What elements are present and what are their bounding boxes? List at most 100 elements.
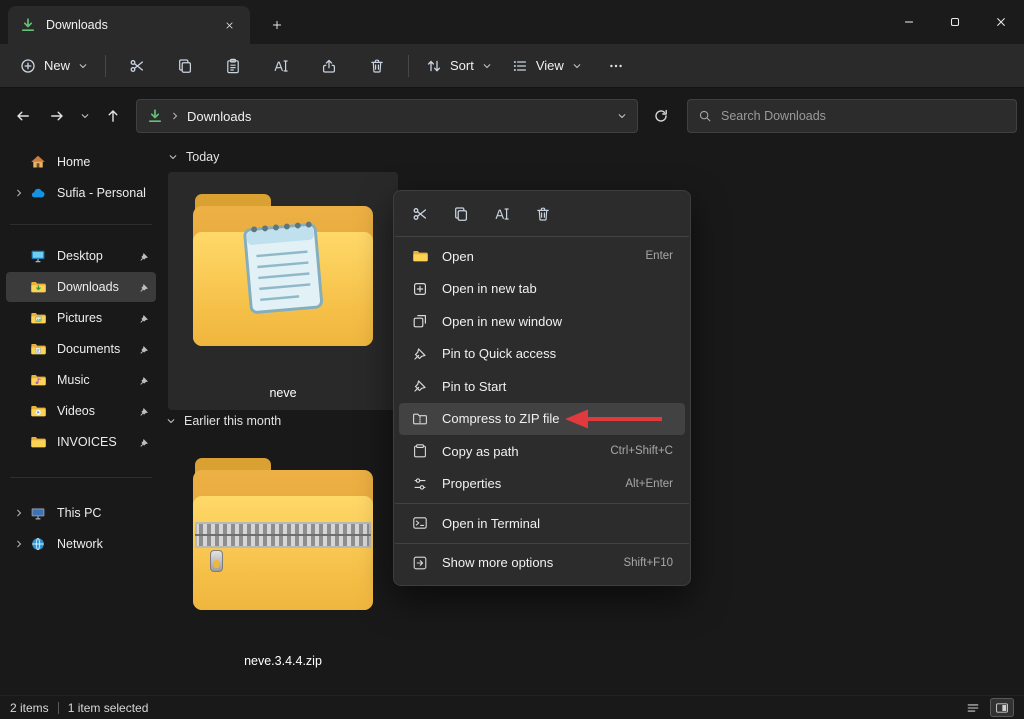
arrow-right-icon [49,108,65,124]
file-name: neve [168,386,398,400]
menu-item-label: Copy as path [442,444,597,459]
menu-item-open-new-window[interactable]: Open in new window [399,305,685,338]
sidebar-item-onedrive[interactable]: Sufia - Personal [6,178,156,208]
chevron-down-icon [80,111,90,121]
network-icon [28,535,48,553]
window-controls [886,0,1024,44]
view-button-label: View [536,58,564,73]
menu-item-properties[interactable]: Properties Alt+Enter [399,468,685,501]
group-header-earlier[interactable]: Earlier this month [166,414,281,428]
sidebar: Home Sufia - Personal Desktop Downloads … [0,140,162,695]
show-more-icon [411,554,429,572]
chevron-down-icon [482,61,492,71]
sidebar-item-label: Sufia - Personal [57,186,152,200]
details-view-button[interactable] [961,698,985,717]
chevron-down-icon [78,61,88,71]
pin-icon [136,344,152,355]
file-item-zip[interactable]: neve.3.4.4.zip [168,436,398,678]
chevron-down-icon[interactable] [166,416,176,426]
menu-item-pin-quick-access[interactable]: Pin to Quick access [399,338,685,371]
copy-icon [453,206,469,222]
terminal-icon [411,514,429,532]
new-button[interactable]: New [10,49,98,83]
chevron-right-icon[interactable] [10,188,28,198]
delete-icon [535,206,551,222]
search-box[interactable] [687,99,1017,133]
tab-close-icon[interactable] [216,13,242,37]
address-dropdown-icon[interactable] [617,111,627,121]
close-button[interactable] [978,0,1024,44]
sidebar-item-pictures[interactable]: Pictures [6,303,156,333]
downloads-folder-icon [147,108,163,124]
delete-icon [369,58,385,74]
explorer-tab[interactable]: Downloads [8,6,250,44]
large-icons-view-button[interactable] [990,698,1014,717]
delete-button[interactable] [525,199,561,229]
menu-item-label: Show more options [442,555,610,570]
address-bar[interactable]: Downloads [136,99,638,133]
menu-divider [395,503,689,504]
menu-item-open[interactable]: Open Enter [399,240,685,273]
sidebar-item-documents[interactable]: Documents [6,334,156,364]
sidebar-item-downloads[interactable]: Downloads [6,272,156,302]
breadcrumb[interactable]: Downloads [187,109,251,124]
forward-button[interactable] [40,100,74,132]
file-item-neve[interactable]: neve [168,172,398,410]
menu-item-copy-as-path[interactable]: Copy as path Ctrl+Shift+C [399,435,685,468]
items-count: 2 items [10,701,49,715]
rename-button[interactable] [259,49,303,83]
ellipsis-icon [608,58,624,74]
back-button[interactable] [6,100,40,132]
cut-button[interactable] [115,49,159,83]
menu-item-open-in-terminal[interactable]: Open in Terminal [399,507,685,540]
chevron-down-icon [572,61,582,71]
status-divider [58,702,59,714]
chevron-right-icon[interactable] [10,539,28,549]
menu-item-label: Pin to Quick access [442,346,660,361]
chevron-down-icon[interactable] [168,152,178,162]
sidebar-item-invoices[interactable]: INVOICES [6,427,156,457]
refresh-button[interactable] [645,100,677,132]
menu-shortcut: Ctrl+Shift+C [610,445,673,457]
folder-icon [411,247,429,265]
videos-folder-icon [28,402,48,420]
sidebar-item-this-pc[interactable]: This PC [6,498,156,528]
group-header-today[interactable]: Today [168,150,219,164]
menu-item-open-new-tab[interactable]: Open in new tab [399,273,685,306]
new-tab-button[interactable] [262,11,292,38]
rename-button[interactable] [484,199,520,229]
sidebar-item-network[interactable]: Network [6,529,156,559]
zip-folder-icon-large [193,458,373,610]
menu-item-pin-to-start[interactable]: Pin to Start [399,370,685,403]
pictures-folder-icon [28,309,48,327]
chevron-right-icon[interactable] [10,508,28,518]
sidebar-item-label: Downloads [57,280,136,294]
history-dropdown-button[interactable] [74,100,96,132]
sort-button[interactable]: Sort [416,49,502,83]
up-button[interactable] [96,100,130,132]
cut-icon [129,58,145,74]
minimize-button[interactable] [886,0,932,44]
paste-icon [225,58,241,74]
sidebar-item-desktop[interactable]: Desktop [6,241,156,271]
list-view-icon [966,701,980,715]
delete-button[interactable] [355,49,399,83]
sidebar-item-home[interactable]: Home [6,147,156,177]
group-label: Earlier this month [184,414,281,428]
pin-icon [136,313,152,324]
copy-button[interactable] [443,199,479,229]
see-more-button[interactable] [594,49,638,83]
toolbar-separator [408,55,409,77]
paste-button[interactable] [211,49,255,83]
menu-item-show-more-options[interactable]: Show more options Shift+F10 [399,547,685,580]
share-button[interactable] [307,49,351,83]
maximize-button[interactable] [932,0,978,44]
copy-button[interactable] [163,49,207,83]
sidebar-item-videos[interactable]: Videos [6,396,156,426]
sidebar-item-music[interactable]: Music [6,365,156,395]
search-input[interactable] [721,109,1006,123]
view-button[interactable]: View [502,49,592,83]
context-menu: Open Enter Open in new tab Open in new w… [393,190,691,586]
sidebar-item-label: Network [57,537,152,551]
cut-button[interactable] [402,199,438,229]
